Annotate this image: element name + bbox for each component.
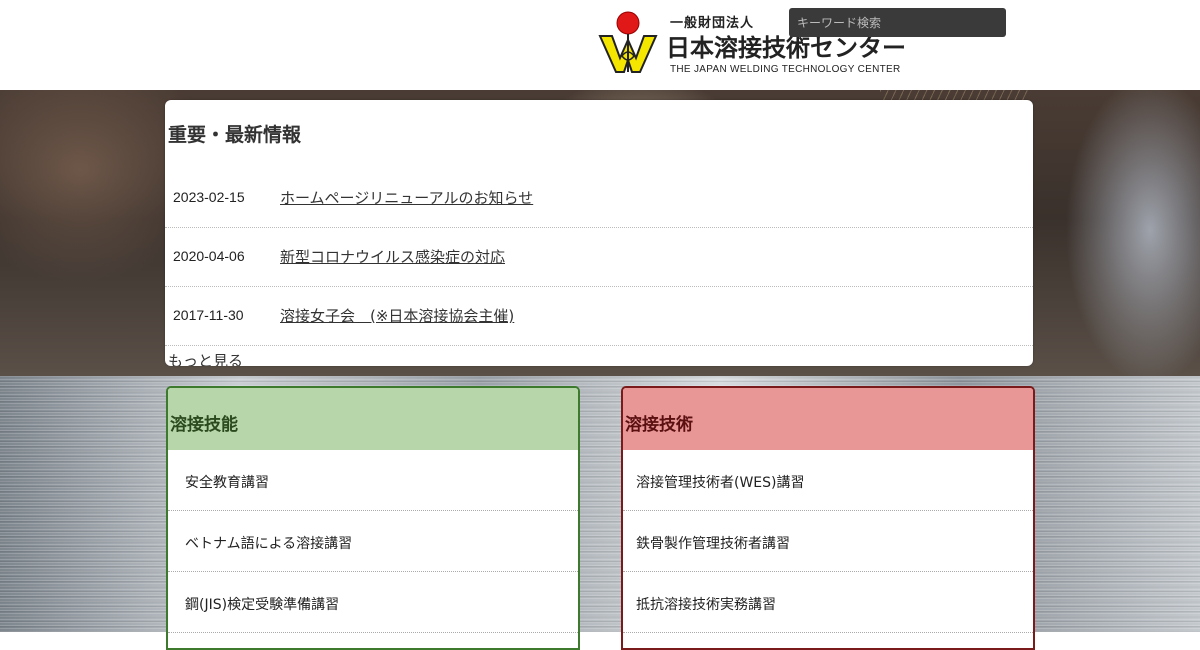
news-date: 2017-11-30 <box>173 307 244 323</box>
news-link[interactable]: ホームページリニューアルのお知らせ <box>280 187 533 208</box>
keyword-search-input[interactable] <box>789 8 1006 37</box>
panel-header: 溶接技術 <box>623 388 1033 450</box>
panel-list-item[interactable]: 鉄骨製作管理技術者講習 <box>623 511 1033 572</box>
news-link[interactable]: 溶接女子会 (※日本溶接協会主催) <box>280 305 514 326</box>
panel-link[interactable]: 溶接管理技術者(WES)講習 <box>636 472 805 492</box>
panel-title: 溶接技能 <box>170 415 238 435</box>
panel-list-item[interactable]: 安全教育講習 <box>168 450 578 511</box>
news-more-link[interactable]: もっと見る <box>168 350 243 366</box>
panel-link[interactable]: 鉄骨製作管理技術者講習 <box>636 533 790 553</box>
news-item: 2020-04-06 新型コロナウイルス感染症の対応 <box>165 228 1033 287</box>
panel-list: 溶接管理技術者(WES)講習 鉄骨製作管理技術者講習 抵抗溶接技術実務講習 <box>623 450 1033 633</box>
panel-link[interactable]: 安全教育講習 <box>185 472 269 492</box>
panel-title: 溶接技術 <box>625 415 693 435</box>
news-item: 2023-02-15 ホームページリニューアルのお知らせ <box>165 169 1033 228</box>
panel-link[interactable]: ベトナム語による溶接講習 <box>185 533 352 553</box>
news-date: 2023-02-15 <box>173 189 245 205</box>
panel-list-item[interactable]: 鋼(JIS)検定受験準備講習 <box>168 572 578 633</box>
news-heading: 重要・最新情報 <box>168 124 302 146</box>
news-link[interactable]: 新型コロナウイルス感染症の対応 <box>280 246 505 267</box>
news-box: 重要・最新情報 2023-02-15 ホームページリニューアルのお知らせ 202… <box>165 100 1033 366</box>
site-header: 一般財団法人 日本溶接技術センター THE JAPAN WELDING TECH… <box>0 0 1200 91</box>
logo-english-name: THE JAPAN WELDING TECHNOLOGY CENTER <box>670 64 901 75</box>
news-item: 2017-11-30 溶接女子会 (※日本溶接協会主催) <box>165 287 1033 346</box>
panel-welding-skill: 溶接技能 安全教育講習 ベトナム語による溶接講習 鋼(JIS)検定受験準備講習 <box>166 386 580 650</box>
panel-welding-technology: 溶接技術 溶接管理技術者(WES)講習 鉄骨製作管理技術者講習 抵抗溶接技術実務… <box>621 386 1035 650</box>
news-list: 2023-02-15 ホームページリニューアルのお知らせ 2020-04-06 … <box>165 169 1033 346</box>
welding-logo-icon <box>598 11 658 73</box>
panel-list: 安全教育講習 ベトナム語による溶接講習 鋼(JIS)検定受験準備講習 <box>168 450 578 633</box>
panel-list-item[interactable]: 溶接管理技術者(WES)講習 <box>623 450 1033 511</box>
panel-header: 溶接技能 <box>168 388 578 450</box>
panel-link[interactable]: 鋼(JIS)検定受験準備講習 <box>185 594 339 614</box>
panel-link[interactable]: 抵抗溶接技術実務講習 <box>636 594 776 614</box>
news-date: 2020-04-06 <box>173 248 245 264</box>
panel-list-item[interactable]: ベトナム語による溶接講習 <box>168 511 578 572</box>
panel-list-item[interactable]: 抵抗溶接技術実務講習 <box>623 572 1033 633</box>
